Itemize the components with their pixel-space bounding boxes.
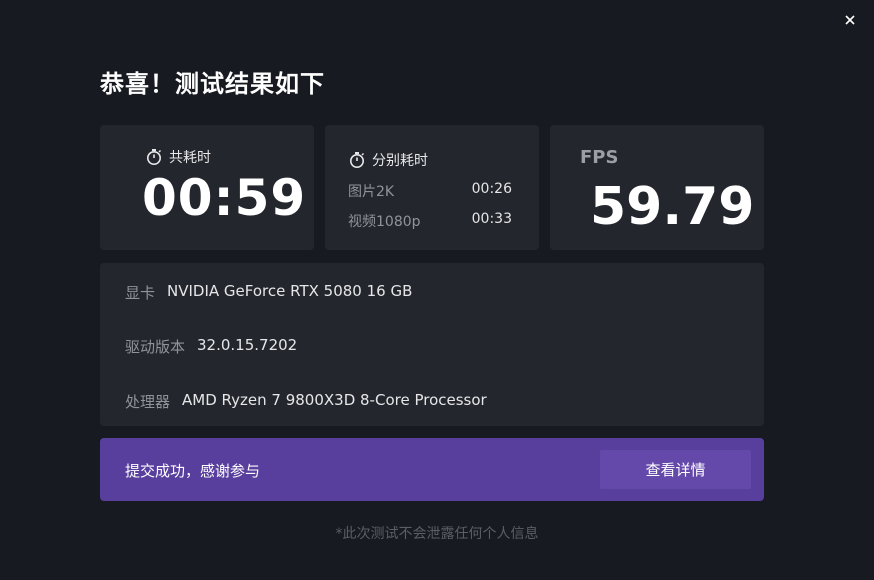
stopwatch-icon	[147, 149, 161, 165]
info-row-cpu: 处理器 AMD Ryzen 7 9800X3D 8-Core Processor	[125, 391, 487, 412]
split-time-card: 分别耗时 图片2K 00:26 视频1080p 00:33	[325, 125, 539, 250]
split-row-value: 00:26	[471, 181, 512, 197]
split-time-label: 分别耗时	[372, 153, 428, 169]
total-time-value: 00:59	[142, 169, 307, 227]
submit-success-message: 提交成功，感谢参与	[125, 462, 261, 480]
split-row-image: 图片2K 00:26	[348, 181, 518, 201]
split-row-video: 视频1080p 00:33	[348, 211, 518, 231]
info-value: NVIDIA GeForce RTX 5080 16 GB	[167, 282, 413, 300]
close-button[interactable]	[840, 10, 860, 30]
info-value: 32.0.15.7202	[197, 336, 298, 354]
fps-card: FPS 59.79	[550, 125, 764, 250]
fps-label: FPS	[580, 147, 619, 168]
total-time-label: 共耗时	[169, 150, 211, 166]
total-time-header: 共耗时	[145, 147, 211, 167]
info-label: 显卡	[125, 284, 156, 302]
split-row-label: 图片2K	[348, 184, 395, 200]
info-label: 处理器	[125, 393, 171, 411]
close-icon	[845, 15, 855, 25]
split-row-label: 视频1080p	[348, 214, 421, 230]
fps-value: 59.79	[590, 177, 755, 237]
stopwatch-icon	[350, 152, 364, 168]
split-row-value: 00:33	[471, 211, 512, 227]
split-time-header: 分别耗时	[348, 150, 428, 170]
info-value: AMD Ryzen 7 9800X3D 8-Core Processor	[182, 391, 487, 409]
info-row-driver: 驱动版本 32.0.15.7202	[125, 336, 297, 357]
info-label: 驱动版本	[125, 338, 186, 356]
privacy-note: *此次测试不会泄露任何个人信息	[335, 526, 539, 542]
result-dialog: 恭喜！测试结果如下 共耗时 00:59 分别耗时 图片2K 00:26 视频10…	[0, 0, 874, 580]
total-time-card: 共耗时 00:59	[100, 125, 314, 250]
page-title: 恭喜！测试结果如下	[100, 70, 325, 98]
system-info-card: 显卡 NVIDIA GeForce RTX 5080 16 GB 驱动版本 32…	[100, 263, 764, 426]
view-details-button[interactable]: 查看详情	[600, 450, 751, 489]
submit-success-banner: 提交成功，感谢参与 查看详情	[100, 438, 764, 501]
info-row-gpu: 显卡 NVIDIA GeForce RTX 5080 16 GB	[125, 282, 412, 303]
